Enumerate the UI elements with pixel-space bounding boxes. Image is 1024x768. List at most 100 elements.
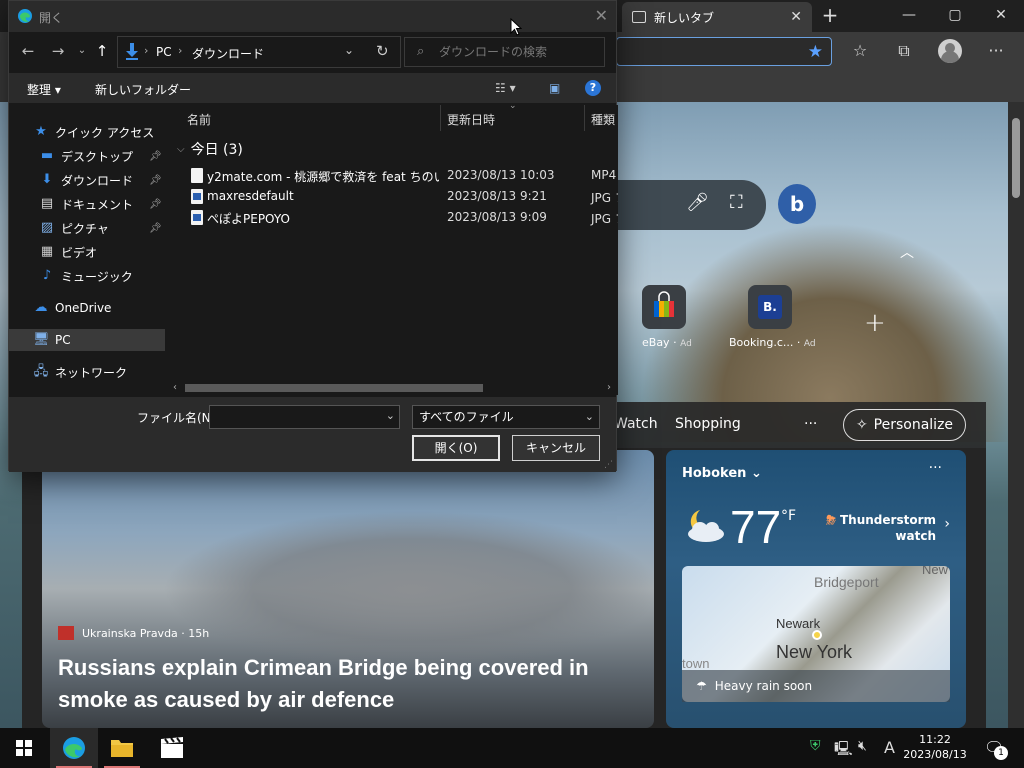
nav-item-videos[interactable]: ▦ ビデオ xyxy=(9,241,165,263)
recent-locations-chevron-icon[interactable]: ⌄ xyxy=(73,45,91,56)
back-arrow-icon[interactable]: ← xyxy=(19,42,37,60)
weather-location[interactable]: Hoboken ⌄ xyxy=(682,466,762,481)
favorite-star-icon[interactable]: ★ xyxy=(808,42,823,62)
collections-icon[interactable]: ⧉ xyxy=(892,40,916,62)
ime-indicator[interactable]: A xyxy=(884,738,895,757)
forward-arrow-icon[interactable]: → xyxy=(49,42,67,60)
taskbar-edge[interactable] xyxy=(50,728,98,768)
breadcrumb-pc[interactable]: PC xyxy=(156,45,172,59)
close-window-button[interactable]: ✕ xyxy=(978,0,1024,30)
personalize-icon: ✧ xyxy=(855,417,868,433)
profile-avatar[interactable] xyxy=(938,39,962,63)
page-scrollbar-thumb[interactable] xyxy=(1012,118,1020,198)
open-file-dialog: 開く ✕ ← → ⌄ ↑ › PC › ダウンロード ⌄ ↻ ⌕ ダウンロードの… xyxy=(8,0,618,472)
column-header-date[interactable]: 更新日時 xyxy=(447,111,495,128)
system-clock[interactable]: 11:22 2023/08/13 xyxy=(900,732,970,762)
personalize-label: Personalize xyxy=(873,417,954,433)
scroll-right-icon[interactable]: › xyxy=(607,381,611,395)
feed-tab-shopping[interactable]: Shopping xyxy=(675,416,741,432)
personalize-button[interactable]: ✧ Personalize xyxy=(843,409,966,441)
document-icon: ▤ xyxy=(40,196,54,211)
weather-card[interactable]: Hoboken ⌄ ··· 77 °F ⛈︎ Thunderstorm watc… xyxy=(666,450,966,728)
address-path-box[interactable]: › PC › ダウンロード ⌄ ↻ xyxy=(117,36,401,68)
minimize-button[interactable]: — xyxy=(886,0,932,30)
horizontal-scrollbar[interactable]: ‹ › xyxy=(167,381,618,395)
quick-link-ebay[interactable] xyxy=(642,285,686,329)
dialog-close-icon[interactable]: ✕ xyxy=(595,6,608,25)
forecast-banner[interactable]: ☂︎ Heavy rain soon xyxy=(682,670,950,702)
file-row[interactable]: y2mate.com - 桃源郷で救済を feat ちのい_... 2023/0… xyxy=(167,165,618,186)
security-shield-icon[interactable]: ⛨ xyxy=(810,738,821,754)
preview-pane-icon[interactable]: ▣ xyxy=(549,81,560,95)
chevron-down-icon: ⌄ xyxy=(584,410,594,423)
horizontal-scrollbar-thumb[interactable] xyxy=(185,384,483,392)
volume-muted-icon[interactable]: 🔇︎ xyxy=(858,738,867,754)
help-icon[interactable]: ? xyxy=(585,80,601,96)
nav-item-pictures[interactable]: ▨ ピクチャ 📌︎ xyxy=(9,217,165,239)
network-tray-icon[interactable]: 🖳︎ xyxy=(834,738,853,762)
cloud-icon: ☁ xyxy=(34,300,48,315)
tab-new-tab[interactable]: 新しいタブ ✕ xyxy=(622,2,812,32)
path-dropdown-icon[interactable]: ⌄ xyxy=(344,43,354,57)
column-header-name[interactable]: 名前 xyxy=(187,111,211,128)
open-button[interactable]: 開く(O) xyxy=(412,435,500,461)
weather-alert[interactable]: ⛈︎ Thunderstorm watch xyxy=(826,512,936,544)
new-tab-button[interactable]: + xyxy=(818,4,842,28)
tab-close-icon[interactable]: ✕ xyxy=(790,9,802,25)
nav-item-music[interactable]: ♪ ミュージック xyxy=(9,265,165,287)
cancel-button[interactable]: キャンセル xyxy=(512,435,600,461)
view-options-icon[interactable]: ☷ ▾ xyxy=(495,81,516,95)
breadcrumb-downloads[interactable]: ダウンロード xyxy=(192,45,264,62)
command-bar: 整理 ▾ 新しいフォルダー ☷ ▾ ▣ ? xyxy=(9,73,616,103)
dialog-title-bar[interactable]: 開く ✕ xyxy=(9,1,616,32)
column-divider[interactable] xyxy=(584,105,585,131)
new-folder-button[interactable]: 新しいフォルダー xyxy=(95,81,191,98)
quick-link-booking[interactable]: B. xyxy=(748,285,792,329)
hero-source-text: Ukrainska Pravda · 15h xyxy=(82,626,210,640)
hero-headline[interactable]: Russians explain Crimean Bridge being co… xyxy=(58,652,638,716)
weather-more-icon[interactable]: ··· xyxy=(929,460,942,476)
taskbar-file-explorer[interactable] xyxy=(98,728,146,768)
nav-item-pc[interactable]: 🖥︎ PC xyxy=(9,329,165,351)
nav-item-quick-access[interactable]: ★ クイック アクセス xyxy=(9,121,165,143)
dialog-search-input[interactable]: ⌕ ダウンロードの検索 xyxy=(404,37,605,67)
address-bar[interactable]: ★ xyxy=(616,37,832,66)
settings-more-icon[interactable]: ··· xyxy=(984,40,1008,62)
column-header-type[interactable]: 種類 xyxy=(591,111,615,128)
refresh-icon[interactable]: ↻ xyxy=(376,42,389,60)
clock-date: 2023/08/13 xyxy=(903,748,967,761)
page-scrollbar[interactable] xyxy=(1008,102,1024,728)
visual-search-icon[interactable]: ⛶ xyxy=(730,192,743,213)
add-quick-link-icon[interactable]: + xyxy=(864,308,886,338)
chevron-right-icon[interactable]: › xyxy=(944,516,950,532)
microphone-icon[interactable]: 🎤︎ xyxy=(686,192,709,213)
filename-label: ファイル名(N): xyxy=(137,411,220,425)
chevron-down-icon[interactable]: ⌄ xyxy=(386,409,395,422)
feed-more-icon[interactable]: ··· xyxy=(804,416,817,432)
filename-input[interactable]: ⌄ xyxy=(209,405,400,429)
taskbar-video-app[interactable] xyxy=(148,728,196,768)
file-row[interactable]: maxresdefault 2023/08/13 9:21 JPG フ xyxy=(167,186,618,207)
nav-item-downloads[interactable]: ⬇ ダウンロード 📌︎ xyxy=(9,169,165,191)
nav-item-onedrive[interactable]: ☁ OneDrive xyxy=(9,297,165,319)
favorites-icon[interactable]: ☆ xyxy=(848,40,872,62)
scroll-left-icon[interactable]: ‹ xyxy=(173,381,177,395)
filetype-select[interactable]: すべてのファイル ⌄ xyxy=(412,405,600,429)
column-divider[interactable] xyxy=(440,105,441,131)
start-button[interactable] xyxy=(0,728,48,768)
up-arrow-icon[interactable]: ↑ xyxy=(93,42,111,60)
resize-grip-icon[interactable]: ⋰ xyxy=(604,460,613,470)
restore-button[interactable]: ▢ xyxy=(932,0,978,30)
group-header-today[interactable]: ⌵ 今日 (3) xyxy=(177,139,243,159)
network-icon: 🖧︎ xyxy=(33,364,49,379)
nav-item-desktop[interactable]: ▬ デスクトップ 📌︎ xyxy=(9,145,165,167)
nav-item-documents[interactable]: ▤ ドキュメント 📌︎ xyxy=(9,193,165,215)
notification-center-icon[interactable]: 🗨︎ 1 xyxy=(984,738,1008,760)
video-icon: ▦ xyxy=(40,244,54,259)
nav-item-network[interactable]: 🖧︎ ネットワーク xyxy=(9,361,165,383)
bing-chat-icon[interactable]: b xyxy=(778,184,816,224)
organize-button[interactable]: 整理 ▾ xyxy=(27,81,61,98)
feed-tab-watch[interactable]: Watch xyxy=(614,416,658,432)
chevron-up-icon[interactable]: ︿ xyxy=(900,242,914,262)
file-row[interactable]: ぺぽよPEPOYO 2023/08/13 9:09 JPG フ xyxy=(167,207,618,228)
